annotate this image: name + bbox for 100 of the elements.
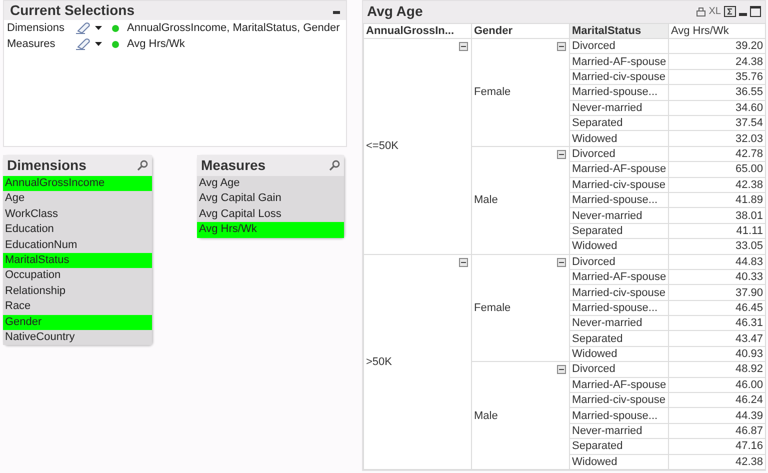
dropdown-arrow-icon[interactable] xyxy=(95,42,102,46)
table-cell: 42.38 xyxy=(668,177,766,192)
list-item[interactable]: Avg Age xyxy=(197,176,344,192)
list-item[interactable]: Avg Capital Loss xyxy=(197,206,344,222)
table-cell: Widowed xyxy=(570,130,668,146)
eraser-icon[interactable] xyxy=(75,22,91,34)
table-cell: 34.60 xyxy=(668,100,766,116)
table-cell: Married-civ-spouse xyxy=(570,177,668,192)
collapse-icon[interactable] xyxy=(459,42,468,52)
table-cell: Married-AF-spouse xyxy=(570,54,668,70)
table-cell: Married-AF-spouse xyxy=(570,377,668,393)
list-item[interactable]: Education xyxy=(3,222,152,238)
table-cell: 38.01 xyxy=(668,208,766,224)
table-cell: 46.87 xyxy=(668,423,766,439)
table-cell: 41.11 xyxy=(668,223,766,239)
selection-field: Dimensions xyxy=(7,20,71,36)
table-cell: 37.54 xyxy=(668,116,766,131)
table-cell: Never-married xyxy=(570,208,668,224)
table-cell: 42.78 xyxy=(668,146,766,162)
table-cell: Widowed xyxy=(570,346,668,362)
collapse-icon[interactable] xyxy=(557,365,566,374)
search-icon[interactable] xyxy=(137,160,148,171)
list-item[interactable]: Race xyxy=(3,299,152,315)
selection-values: AnnualGrossIncome, MaritalStatus, Gender xyxy=(127,20,340,36)
table-cell: Married-AF-spouse xyxy=(570,269,668,285)
sum-icon[interactable] xyxy=(724,6,736,18)
table-cell: 37.90 xyxy=(668,284,766,300)
list-item[interactable]: NativeCountry xyxy=(3,330,152,346)
printer-icon[interactable] xyxy=(696,6,706,17)
table-cell: Married-civ-spouse xyxy=(570,392,668,408)
list-item[interactable]: Gender xyxy=(3,314,152,330)
table-cell: Divorced xyxy=(570,254,668,270)
collapse-icon[interactable] xyxy=(557,150,566,159)
table-cell: >50K xyxy=(366,356,392,368)
table-cell: Married-spouse... xyxy=(570,84,668,100)
table-cell: 42.38 xyxy=(668,454,766,470)
table-cell: Married-civ-spouse xyxy=(570,284,668,300)
table-cell: Female xyxy=(474,302,511,314)
list-item[interactable]: Age xyxy=(3,191,152,207)
table-cell: 36.55 xyxy=(668,84,766,100)
collapse-icon[interactable] xyxy=(459,258,468,267)
eraser-icon[interactable] xyxy=(75,38,91,50)
table-cell: 24.38 xyxy=(668,54,766,70)
list-item[interactable]: MaritalStatus xyxy=(3,252,152,268)
excel-export-button[interactable]: XL xyxy=(708,6,721,17)
table-cell: Divorced xyxy=(570,362,668,378)
column-header[interactable]: MaritalStatus xyxy=(570,23,668,39)
listbox-title: Dimensions xyxy=(7,156,86,175)
table-cell: 46.00 xyxy=(668,377,766,393)
table-cell: 33.05 xyxy=(668,238,766,254)
selection-values: Avg Hrs/Wk xyxy=(127,36,185,52)
table-cell: Never-married xyxy=(570,423,668,439)
collapse-icon[interactable] xyxy=(557,258,566,267)
table-cell: Married-spouse... xyxy=(570,408,668,424)
table-cell: Divorced xyxy=(570,146,668,162)
list-item[interactable]: WorkClass xyxy=(3,206,152,222)
panel-title: Current Selections xyxy=(10,1,134,20)
table-cell: 43.47 xyxy=(668,330,766,346)
table-cell: Married-AF-spouse xyxy=(570,162,668,178)
chart-title: Avg Age xyxy=(367,2,423,22)
list-item[interactable]: Relationship xyxy=(3,284,152,300)
listbox-title: Measures xyxy=(201,156,266,175)
collapse-icon[interactable] xyxy=(557,42,566,52)
table-cell: Female xyxy=(474,86,511,98)
table-cell: Separated xyxy=(570,330,668,346)
table-cell: Widowed xyxy=(570,454,668,470)
table-cell: 40.33 xyxy=(668,269,766,285)
list-item[interactable]: Avg Hrs/Wk xyxy=(197,222,344,238)
dropdown-arrow-icon[interactable] xyxy=(95,26,102,30)
table-cell: Married-spouse... xyxy=(570,192,668,208)
table-cell: Married-spouse... xyxy=(570,300,668,316)
minimize-icon[interactable] xyxy=(739,13,747,16)
table-cell: 41.89 xyxy=(668,192,766,208)
table-cell: Widowed xyxy=(570,238,668,254)
list-item[interactable]: AnnualGrossIncome xyxy=(3,176,152,192)
table-cell: 39.20 xyxy=(668,38,766,54)
table-cell: <=50K xyxy=(366,140,398,152)
table-cell: 44.83 xyxy=(668,254,766,270)
column-header[interactable]: Avg Hrs/Wk xyxy=(668,23,766,39)
table-cell: 46.45 xyxy=(668,300,766,316)
table-cell: Married-civ-spouse xyxy=(570,69,668,85)
table-cell: 48.92 xyxy=(668,362,766,378)
table-cell: Male xyxy=(474,410,498,422)
table-cell: Male xyxy=(474,194,498,206)
list-item[interactable]: EducationNum xyxy=(3,238,152,253)
maximize-icon[interactable] xyxy=(750,6,761,18)
table-cell: Separated xyxy=(570,116,668,131)
list-item[interactable]: Avg Capital Gain xyxy=(197,191,344,207)
column-header[interactable]: AnnualGrossIn... xyxy=(364,23,472,39)
column-header[interactable]: Gender xyxy=(472,23,570,39)
search-icon[interactable] xyxy=(329,160,340,171)
table-cell: 65.00 xyxy=(668,162,766,178)
table-cell: Never-married xyxy=(570,100,668,116)
table-cell: 40.93 xyxy=(668,346,766,362)
table-cell: Never-married xyxy=(570,316,668,331)
table-cell: 46.31 xyxy=(668,316,766,331)
table-cell: Divorced xyxy=(570,38,668,54)
table-cell: 35.76 xyxy=(668,69,766,85)
list-item[interactable]: Occupation xyxy=(3,268,152,284)
selection-field: Measures xyxy=(7,36,71,52)
